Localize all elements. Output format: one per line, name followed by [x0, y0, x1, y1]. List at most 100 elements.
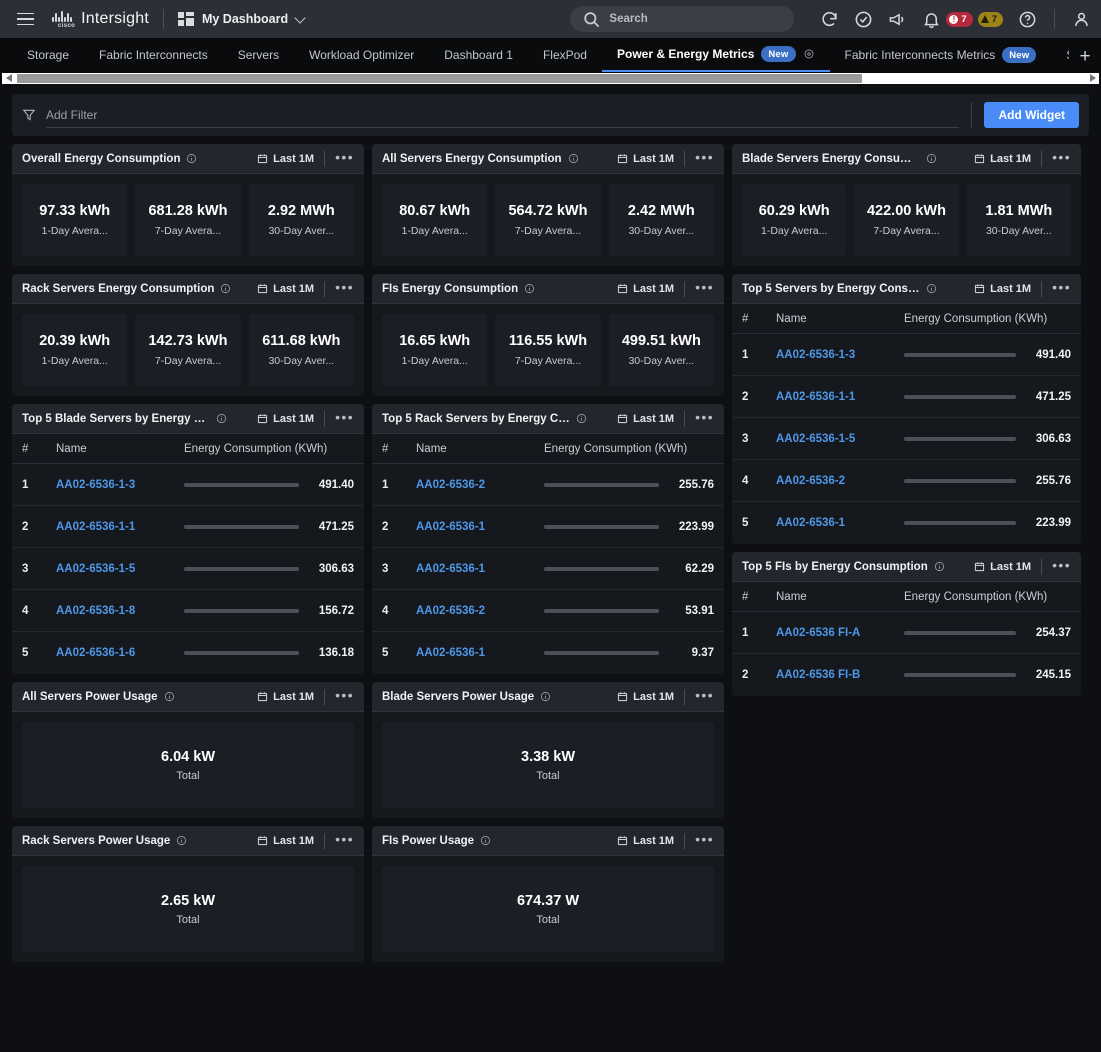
info-icon[interactable]	[524, 283, 535, 294]
widget-options-menu[interactable]: •••	[1052, 558, 1071, 573]
table-row[interactable]: 5 AA02-6536-1 223.99	[732, 502, 1081, 544]
table-row[interactable]: 1 AA02-6536-1-3 491.40	[732, 334, 1081, 376]
info-icon[interactable]	[164, 691, 175, 702]
time-range-selector[interactable]: Last 1M	[257, 283, 314, 295]
check-circle-icon[interactable]	[854, 10, 873, 29]
time-range-selector[interactable]: Last 1M	[617, 413, 674, 425]
add-widget-button[interactable]: Add Widget	[984, 102, 1079, 128]
time-range-selector[interactable]: Last 1M	[257, 691, 314, 703]
info-icon[interactable]	[186, 153, 197, 164]
row-name-link[interactable]: AA02-6536-1-5	[56, 563, 184, 575]
row-name-link[interactable]: AA02-6536-1	[776, 517, 904, 529]
row-name-link[interactable]: AA02-6536-1-3	[776, 349, 904, 361]
widget-options-menu[interactable]: •••	[335, 150, 354, 165]
tab-servers[interactable]: Servers	[223, 39, 294, 72]
time-range-selector[interactable]: Last 1M	[974, 153, 1031, 165]
hamburger-menu-icon[interactable]	[10, 4, 40, 34]
table-row[interactable]: 2 AA02-6536-1 223.99	[372, 506, 724, 548]
time-range-selector[interactable]: Last 1M	[974, 561, 1031, 573]
row-name-link[interactable]: AA02-6536-1-8	[56, 605, 184, 617]
info-icon[interactable]	[480, 835, 491, 846]
table-row[interactable]: 1 AA02-6536-2 255.76	[372, 464, 724, 506]
critical-alarm-badge[interactable]: ! 7	[946, 11, 973, 27]
widget-options-menu[interactable]: •••	[335, 832, 354, 847]
refresh-icon[interactable]	[820, 10, 839, 29]
table-row[interactable]: 5 AA02-6536-1-6 136.18	[12, 632, 364, 674]
info-icon[interactable]	[926, 283, 937, 294]
row-name-link[interactable]: AA02-6536 FI-A	[776, 627, 904, 639]
table-row[interactable]: 3 AA02-6536-1-5 306.63	[732, 418, 1081, 460]
tab-s[interactable]: S	[1051, 39, 1069, 72]
time-range-selector[interactable]: Last 1M	[257, 835, 314, 847]
row-name-link[interactable]: AA02-6536-1-3	[56, 479, 184, 491]
info-icon[interactable]	[540, 691, 551, 702]
add-filter-input[interactable]: Add Filter	[46, 102, 960, 128]
tab-power-energy-metrics[interactable]: Power & Energy Metrics New	[601, 39, 830, 72]
tab-fabric-interconnects[interactable]: Fabric Interconnects	[84, 39, 223, 72]
gear-icon[interactable]	[803, 48, 815, 60]
row-name-link[interactable]: AA02-6536-1-5	[776, 433, 904, 445]
table-row[interactable]: 3 AA02-6536-1 62.29	[372, 548, 724, 590]
table-row[interactable]: 3 AA02-6536-1-5 306.63	[12, 548, 364, 590]
time-range-selector[interactable]: Last 1M	[617, 283, 674, 295]
row-name-link[interactable]: AA02-6536 FI-B	[776, 669, 904, 681]
tab-workload-optimizer[interactable]: Workload Optimizer	[294, 39, 429, 72]
time-range-selector[interactable]: Last 1M	[257, 413, 314, 425]
table-row[interactable]: 2 AA02-6536-1-1 471.25	[732, 376, 1081, 418]
help-icon[interactable]	[1018, 10, 1037, 29]
table-row[interactable]: 4 AA02-6536-2 53.91	[372, 590, 724, 632]
time-range-selector[interactable]: Last 1M	[617, 691, 674, 703]
table-row[interactable]: 1 AA02-6536 FI-A 254.37	[732, 612, 1081, 654]
row-name-link[interactable]: AA02-6536-1	[416, 521, 544, 533]
widget-options-menu[interactable]: •••	[335, 688, 354, 703]
tab-flexpod[interactable]: FlexPod	[528, 39, 602, 72]
info-icon[interactable]	[220, 283, 231, 294]
row-name-link[interactable]: AA02-6536-1-6	[56, 647, 184, 659]
widget-options-menu[interactable]: •••	[695, 150, 714, 165]
time-range-selector[interactable]: Last 1M	[617, 153, 674, 165]
tab-dashboard-1[interactable]: Dashboard 1	[429, 39, 528, 72]
row-name-link[interactable]: AA02-6536-1	[416, 563, 544, 575]
table-row[interactable]: 4 AA02-6536-2 255.76	[732, 460, 1081, 502]
time-range-selector[interactable]: Last 1M	[974, 283, 1031, 295]
warning-alarm-badge[interactable]: 7	[977, 11, 1003, 27]
row-name-link[interactable]: AA02-6536-2	[776, 475, 904, 487]
time-range-selector[interactable]: Last 1M	[617, 835, 674, 847]
widget-options-menu[interactable]: •••	[335, 410, 354, 425]
table-row[interactable]: 5 AA02-6536-1 9.37	[372, 632, 724, 674]
widget-options-menu[interactable]: •••	[695, 832, 714, 847]
tab-scrollbar[interactable]	[0, 72, 1101, 84]
info-icon[interactable]	[926, 153, 937, 164]
time-range-selector[interactable]: Last 1M	[257, 153, 314, 165]
row-name-link[interactable]: AA02-6536-1	[416, 647, 544, 659]
tab-scrollbar-track[interactable]	[2, 72, 1099, 84]
info-icon[interactable]	[576, 413, 587, 424]
info-icon[interactable]	[568, 153, 579, 164]
scroll-right-arrow-icon[interactable]	[1085, 72, 1099, 84]
table-row[interactable]: 4 AA02-6536-1-8 156.72	[12, 590, 364, 632]
dashboard-selector[interactable]: My Dashboard	[177, 11, 306, 26]
add-tab-button[interactable]: +	[1069, 46, 1101, 72]
table-row[interactable]: 2 AA02-6536 FI-B 245.15	[732, 654, 1081, 696]
widget-options-menu[interactable]: •••	[695, 280, 714, 295]
tab-scrollbar-thumb[interactable]	[17, 73, 862, 83]
info-icon[interactable]	[216, 413, 227, 424]
info-icon[interactable]	[176, 835, 187, 846]
table-row[interactable]: 2 AA02-6536-1-1 471.25	[12, 506, 364, 548]
notifications-group[interactable]: ! 7 7	[922, 10, 1003, 29]
row-name-link[interactable]: AA02-6536-2	[416, 605, 544, 617]
bell-icon[interactable]	[922, 10, 941, 29]
user-account-icon[interactable]	[1072, 10, 1091, 29]
scroll-left-arrow-icon[interactable]	[2, 72, 16, 84]
megaphone-icon[interactable]	[888, 10, 907, 29]
table-row[interactable]: 1 AA02-6536-1-3 491.40	[12, 464, 364, 506]
tab-fabric-interconnects-metrics[interactable]: Fabric Interconnects Metrics New	[830, 39, 1052, 72]
row-name-link[interactable]: AA02-6536-1-1	[776, 391, 904, 403]
widget-options-menu[interactable]: •••	[1052, 150, 1071, 165]
widget-options-menu[interactable]: •••	[695, 688, 714, 703]
row-name-link[interactable]: AA02-6536-1-1	[56, 521, 184, 533]
widget-options-menu[interactable]: •••	[335, 280, 354, 295]
search-input[interactable]: Search	[570, 6, 795, 32]
widget-options-menu[interactable]: •••	[1052, 280, 1071, 295]
info-icon[interactable]	[934, 561, 945, 572]
